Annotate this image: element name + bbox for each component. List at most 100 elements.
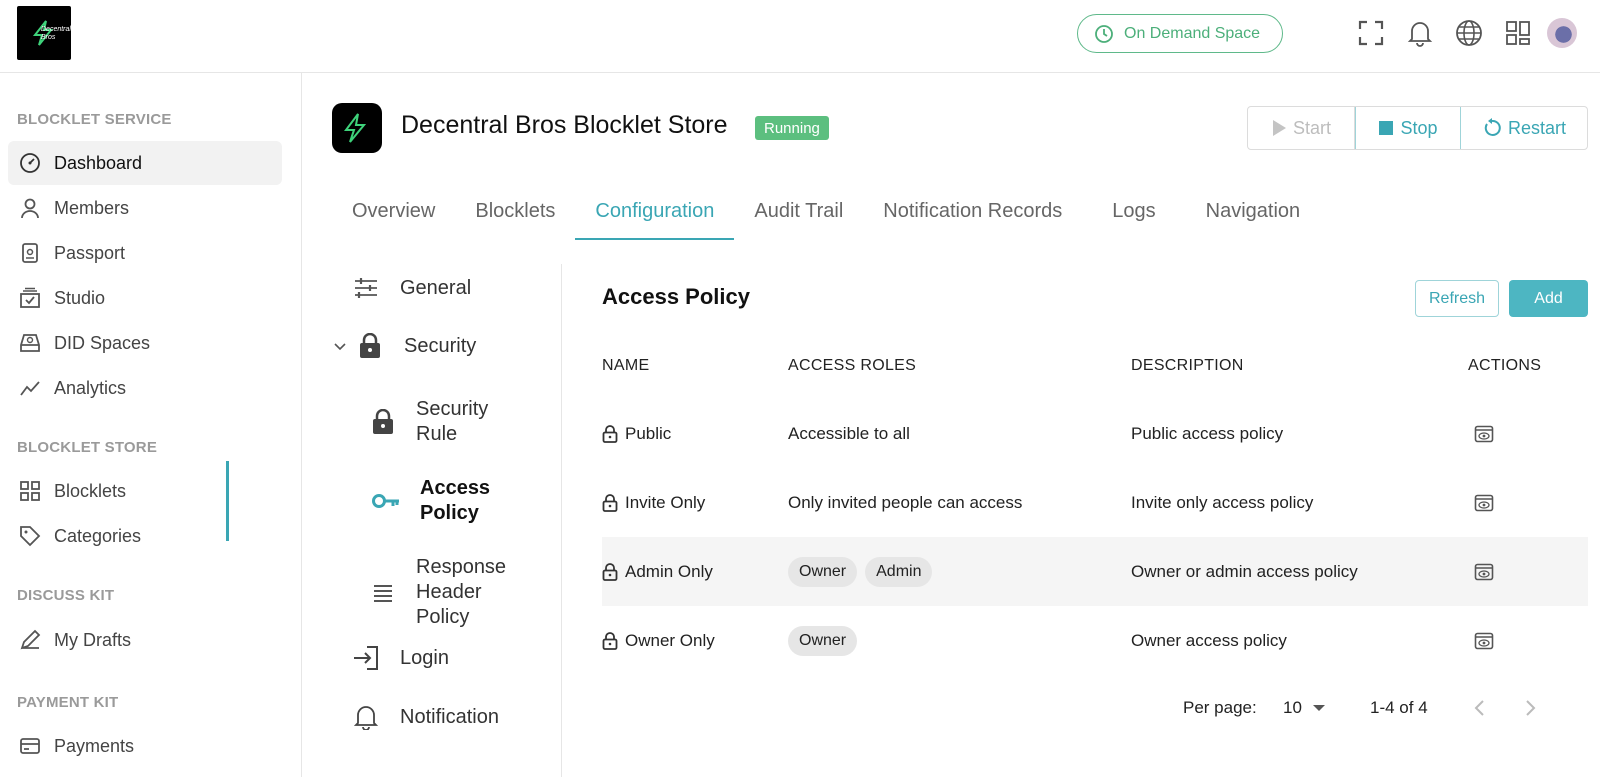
column-header-name[interactable]: NAME: [602, 357, 649, 375]
table-row[interactable]: Owner Only Owner Owner access policy: [602, 606, 1588, 675]
restart-button-label: Restart: [1507, 117, 1567, 138]
config-nav-notification[interactable]: Notification: [352, 703, 499, 731]
list-lines-icon: [372, 583, 396, 603]
sidebar-item-blocklets[interactable]: Blocklets: [8, 469, 282, 513]
view-button[interactable]: [1472, 537, 1496, 606]
tab-audit-trail[interactable]: Audit Trail: [734, 192, 863, 240]
tab-configuration[interactable]: Configuration: [575, 192, 735, 240]
refresh-button[interactable]: Refresh: [1415, 280, 1499, 317]
key-icon: [372, 492, 400, 510]
sidebar: BLOCKLET SERVICE Dashboard Members Passp…: [0, 73, 302, 777]
table-row[interactable]: Public Accessible to all Public access p…: [602, 399, 1588, 468]
table-row[interactable]: Admin Only Owner Admin Owner or admin ac…: [602, 537, 1588, 606]
sidebar-item-dashboard[interactable]: Dashboard: [8, 141, 282, 185]
sidebar-item-members[interactable]: Members: [8, 186, 282, 230]
sidebar-item-payments[interactable]: Payments: [8, 724, 282, 768]
on-demand-space-label: On Demand Space: [1124, 24, 1261, 42]
view-button[interactable]: [1472, 606, 1496, 675]
logo[interactable]: Decentral Bros: [17, 6, 71, 60]
grid-icon: [18, 479, 42, 503]
sidebar-item-my-drafts[interactable]: My Drafts: [8, 618, 282, 662]
sidebar-item-did-spaces[interactable]: DID Spaces: [8, 321, 282, 365]
view-icon: [1474, 494, 1494, 511]
apps-grid-icon[interactable]: [1500, 17, 1536, 49]
name-cell: Public: [602, 399, 671, 468]
view-icon: [1474, 632, 1494, 649]
studio-icon: [18, 286, 42, 310]
lightning-icon: [344, 113, 367, 143]
stop-icon: [1379, 121, 1394, 135]
tag-icon: [18, 524, 42, 548]
view-button[interactable]: [1472, 468, 1496, 537]
config-nav-response-header-policy[interactable]: Response Header Policy: [372, 555, 562, 630]
app-logo: [332, 103, 382, 153]
config-nav-general[interactable]: General: [352, 274, 471, 302]
column-header-access-roles[interactable]: ACCESS ROLES: [788, 357, 916, 375]
config-nav-label: Security: [404, 334, 477, 357]
config-nav-security-rule[interactable]: Security Rule: [372, 397, 562, 447]
config-nav-security[interactable]: Security: [332, 332, 476, 360]
lock-icon: [602, 424, 618, 443]
view-icon: [1474, 563, 1494, 580]
sidebar-item-analytics[interactable]: Analytics: [8, 366, 282, 410]
per-page-select[interactable]: 10: [1283, 696, 1326, 720]
globe-icon[interactable]: [1451, 17, 1487, 49]
config-nav-access-policy[interactable]: Access Policy: [372, 476, 562, 526]
sidebar-item-label: Payments: [54, 735, 135, 756]
sidebar-item-studio[interactable]: Studio: [8, 276, 282, 320]
avatar[interactable]: [1547, 18, 1577, 48]
add-button[interactable]: Add: [1509, 280, 1588, 317]
tab-navigation[interactable]: Navigation: [1186, 192, 1321, 240]
description-cell: Owner or admin access policy: [1131, 561, 1358, 581]
chevron-left-icon: [1474, 700, 1484, 716]
chevron-right-icon: [1526, 700, 1536, 716]
prev-page-button[interactable]: [1473, 696, 1487, 720]
restart-button[interactable]: Restart: [1461, 107, 1587, 149]
start-button[interactable]: Start: [1248, 107, 1355, 149]
description-cell: Invite only access policy: [1131, 492, 1314, 512]
tab-bar: Overview Blocklets Configuration Audit T…: [332, 192, 1320, 242]
fullscreen-icon[interactable]: [1353, 17, 1389, 49]
sidebar-item-label: Passport: [54, 242, 126, 263]
start-button-label: Start: [1292, 117, 1331, 138]
sidebar-item-label: Analytics: [54, 377, 127, 398]
lock-icon: [602, 562, 618, 581]
policy-name: Public: [625, 423, 672, 443]
roles-cell: Owner: [788, 606, 858, 675]
description-cell: Public access policy: [1131, 423, 1284, 443]
name-cell: Admin Only: [602, 537, 713, 606]
lock-icon: [602, 493, 618, 512]
tab-blocklets[interactable]: Blocklets: [455, 192, 575, 240]
logo-text: Decentral Bros: [41, 26, 71, 41]
roles-cell: Owner Admin: [788, 537, 933, 606]
dashboard-gauge-icon: [18, 151, 42, 175]
role-chip: Owner: [788, 556, 858, 587]
stop-button[interactable]: Stop: [1355, 107, 1461, 149]
tab-notification-records[interactable]: Notification Records: [863, 192, 1092, 240]
login-icon: [352, 644, 380, 672]
config-nav-label: Login: [400, 646, 449, 669]
sidebar-item-categories[interactable]: Categories: [8, 514, 282, 558]
active-indicator: [226, 461, 229, 541]
view-button[interactable]: [1472, 399, 1496, 468]
on-demand-space-button[interactable]: On Demand Space: [1077, 14, 1283, 53]
sidebar-item-label: Blocklets: [54, 480, 127, 501]
name-cell: Owner Only: [602, 606, 715, 675]
roles-text: Accessible to all: [788, 423, 910, 443]
per-page-value: 10: [1283, 698, 1302, 717]
caret-down-icon: [1312, 705, 1325, 711]
user-icon: [18, 196, 42, 220]
sidebar-item-passport[interactable]: Passport: [8, 231, 282, 275]
column-header-description[interactable]: DESCRIPTION: [1131, 357, 1244, 375]
config-nav-label: Notification: [400, 705, 499, 728]
next-page-button[interactable]: [1523, 696, 1537, 720]
table-row[interactable]: Invite Only Only invited people can acce…: [602, 468, 1588, 537]
bell-icon: [352, 703, 380, 731]
tab-overview[interactable]: Overview: [332, 192, 455, 240]
tab-logs[interactable]: Logs: [1092, 192, 1185, 240]
view-icon: [1474, 425, 1494, 442]
config-nav-login[interactable]: Login: [352, 644, 449, 672]
column-header-actions: ACTIONS: [1468, 357, 1542, 374]
bell-icon[interactable]: [1402, 17, 1438, 49]
passport-icon: [18, 241, 42, 265]
